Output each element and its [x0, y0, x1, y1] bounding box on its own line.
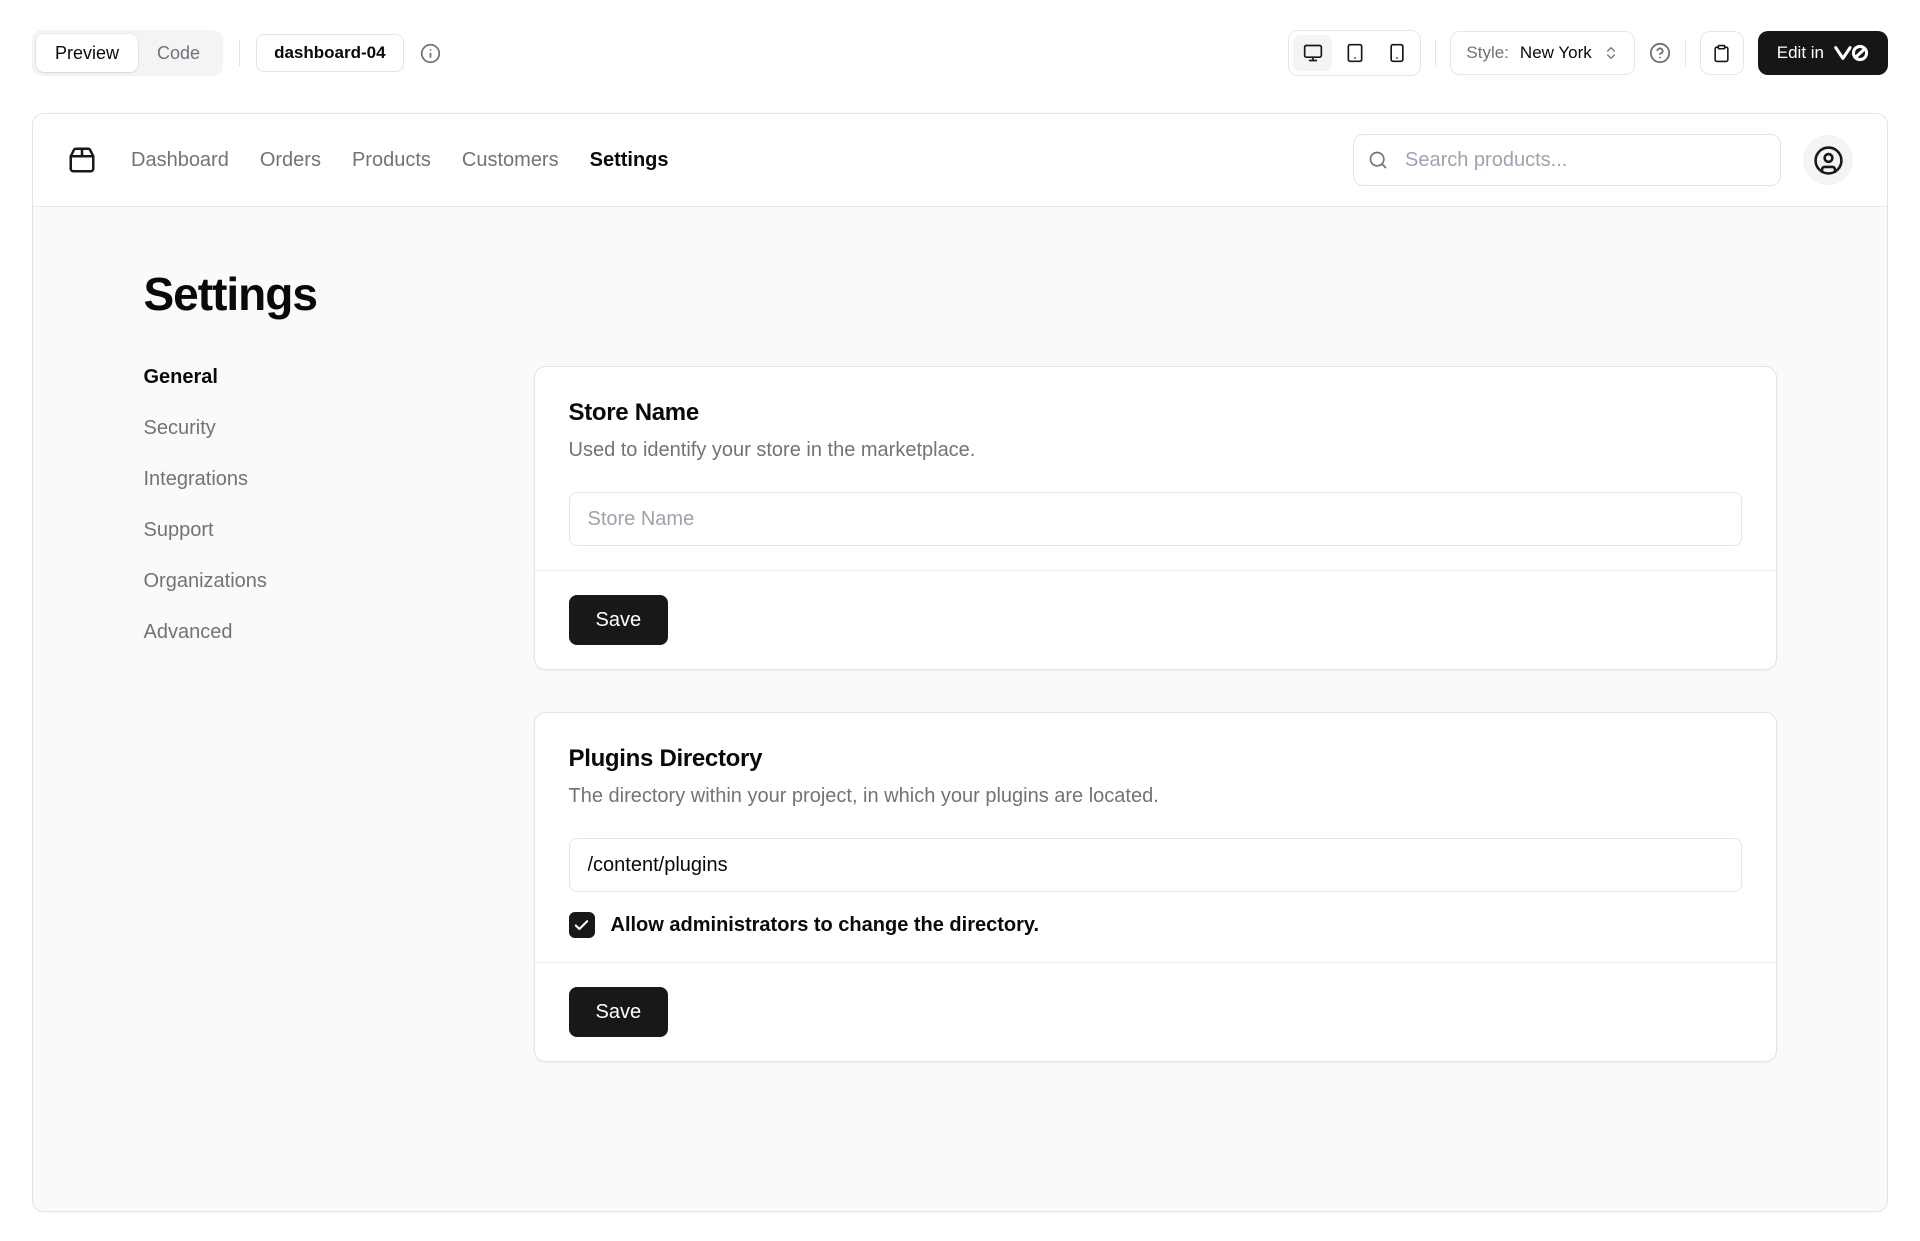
smartphone-icon: [1390, 43, 1404, 63]
edit-in-v0-label: Edit in: [1776, 43, 1824, 62]
store-name-card-footer: Save: [534, 570, 1776, 669]
copy-code-button[interactable]: [1699, 31, 1744, 75]
nav-link-settings[interactable]: Settings: [590, 149, 669, 172]
plugins-directory-card-title: Plugins Directory: [568, 745, 763, 772]
toolbar-left: Preview Code dashboard-04: [32, 30, 441, 76]
monitor-icon: [1303, 44, 1323, 62]
v0-logo-icon: [1833, 44, 1869, 62]
separator: [1435, 40, 1437, 66]
app-nav: Dashboard Orders Products Customers Sett…: [131, 149, 669, 172]
page-title: Settings: [143, 268, 318, 320]
style-select-label: Style:: [1466, 43, 1509, 62]
search-container: [1353, 134, 1781, 186]
plugins-directory-card-footer: Save: [534, 962, 1776, 1061]
clipboard-icon: [1714, 44, 1729, 62]
mobile-view-button[interactable]: [1377, 35, 1416, 71]
toolbar: Preview Code dashboard-04 Style: New Yor…: [0, 0, 1920, 76]
nav-link-customers[interactable]: Customers: [462, 149, 559, 172]
separator: [239, 40, 241, 66]
settings-sidebar: General Security Integrations Support Or…: [144, 366, 454, 644]
plugins-directory-card-description: The directory within your project, in wh…: [568, 785, 1159, 807]
user-menu-button[interactable]: [1803, 135, 1853, 185]
info-icon[interactable]: [420, 43, 441, 64]
settings-page: Settings General Security Integrations S…: [33, 207, 1887, 1211]
style-select-value: New York: [1519, 43, 1592, 62]
block-preview-frame: Dashboard Orders Products Customers Sett…: [32, 113, 1888, 1212]
tablet-icon: [1347, 43, 1363, 63]
search-input[interactable]: [1353, 134, 1781, 186]
allow-admin-checkbox-label[interactable]: Allow administrators to change the direc…: [611, 914, 1040, 937]
style-select[interactable]: Style: New York: [1450, 31, 1635, 75]
view-toggle-group: Preview Code: [32, 30, 224, 76]
store-name-save-button[interactable]: Save: [568, 595, 669, 645]
separator: [1684, 40, 1686, 66]
plugins-directory-card: Plugins Directory The directory within y…: [533, 712, 1777, 1062]
check-icon: [574, 919, 589, 930]
search-icon: [1368, 150, 1388, 170]
store-logo-icon[interactable]: [67, 145, 97, 175]
circle-user-icon: [1813, 145, 1843, 175]
store-name-card: Store Name Used to identify your store i…: [533, 366, 1777, 670]
sidebar-item-organizations[interactable]: Organizations: [144, 570, 454, 593]
tab-preview[interactable]: Preview: [36, 34, 139, 72]
nav-link-dashboard[interactable]: Dashboard: [131, 149, 229, 172]
sidebar-item-security[interactable]: Security: [144, 417, 454, 440]
sidebar-item-support[interactable]: Support: [144, 519, 454, 542]
desktop-view-button[interactable]: [1293, 35, 1333, 71]
tab-code[interactable]: Code: [138, 34, 219, 72]
store-name-card-description: Used to identify your store in the marke…: [568, 439, 976, 461]
allow-admin-row: Allow administrators to change the direc…: [568, 912, 1742, 938]
store-name-input[interactable]: [568, 492, 1742, 546]
plugins-directory-save-button[interactable]: Save: [568, 987, 669, 1037]
sidebar-item-general[interactable]: General: [144, 366, 454, 389]
chevrons-up-down-icon: [1606, 47, 1615, 59]
help-icon[interactable]: [1649, 42, 1671, 64]
nav-link-products[interactable]: Products: [352, 149, 431, 172]
block-name-badge: dashboard-04: [256, 34, 404, 72]
sidebar-item-integrations[interactable]: Integrations: [144, 468, 454, 491]
store-name-card-title: Store Name: [568, 399, 700, 426]
allow-admin-checkbox[interactable]: [568, 912, 595, 938]
tablet-view-button[interactable]: [1335, 35, 1374, 71]
toolbar-right: Style: New York Edit in: [1288, 30, 1888, 76]
nav-link-orders[interactable]: Orders: [260, 149, 321, 172]
device-toggle-group: [1288, 30, 1422, 76]
plugins-directory-input[interactable]: [568, 838, 1742, 892]
sidebar-item-advanced[interactable]: Advanced: [144, 621, 454, 644]
edit-in-v0-button[interactable]: Edit in: [1757, 31, 1888, 75]
app-header: Dashboard Orders Products Customers Sett…: [33, 114, 1887, 207]
